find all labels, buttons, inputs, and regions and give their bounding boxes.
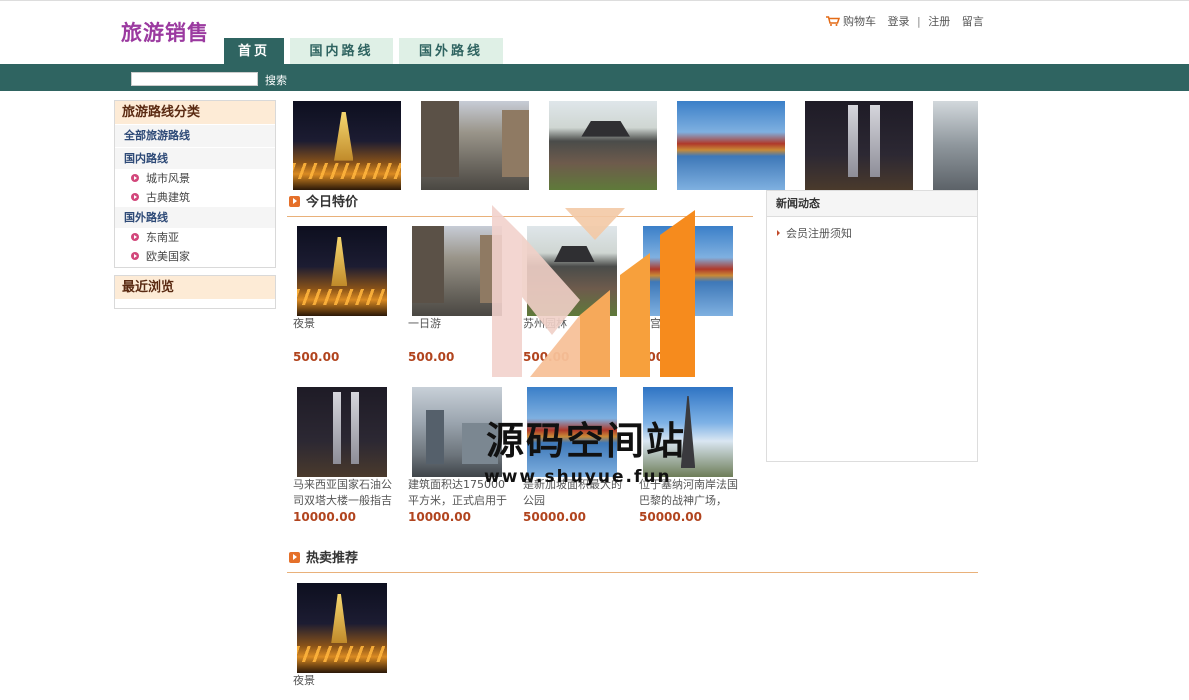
category-domestic[interactable]: 国内路线 bbox=[115, 148, 275, 169]
product-price: 50000.00 bbox=[639, 510, 703, 524]
banner-photo-street[interactable] bbox=[421, 101, 529, 190]
cart-icon bbox=[826, 16, 840, 26]
product-name[interactable]: 苏州园林 bbox=[523, 316, 623, 348]
category-foreign[interactable]: 国外路线 bbox=[115, 207, 275, 228]
section-arrow-icon bbox=[289, 196, 300, 207]
tab-home[interactable]: 首页 bbox=[224, 38, 284, 65]
category-item-label: 城市风景 bbox=[146, 172, 190, 185]
message-link[interactable]: 留言 bbox=[962, 15, 984, 28]
search-button[interactable]: 搜索 bbox=[265, 72, 287, 88]
news-item[interactable]: 会员注册须知 bbox=[767, 225, 977, 241]
today-special-header: 今日特价 bbox=[287, 193, 753, 217]
cart-link[interactable]: 购物车 bbox=[826, 15, 880, 28]
search-input[interactable] bbox=[131, 72, 258, 86]
bullet-icon bbox=[131, 193, 139, 201]
register-link[interactable]: 注册 bbox=[928, 15, 950, 28]
recent-panel: 最近浏览 bbox=[114, 275, 276, 309]
product-photo[interactable] bbox=[297, 583, 387, 673]
product-name[interactable]: 夜景 bbox=[293, 673, 393, 689]
watermark-url: www.shuyue.fun bbox=[484, 467, 672, 487]
banner-photo-twin-towers[interactable] bbox=[805, 101, 913, 190]
category-item-ancient[interactable]: 古典建筑 bbox=[115, 188, 275, 207]
category-item-label: 欧美国家 bbox=[146, 250, 190, 263]
site-logo[interactable]: 旅游销售 bbox=[121, 17, 209, 47]
banner-photo-modern-building[interactable] bbox=[933, 101, 978, 190]
news-item-label: 会员注册须知 bbox=[786, 227, 852, 240]
tab-foreign[interactable]: 国外路线 bbox=[399, 38, 503, 65]
product-name[interactable]: 夜景 bbox=[293, 316, 393, 348]
recent-title: 最近浏览 bbox=[115, 276, 275, 299]
category-item-europe-america[interactable]: 欧美国家 bbox=[115, 247, 275, 266]
product-name[interactable]: 故宫一日游 bbox=[639, 316, 739, 348]
product-price: 500.00 bbox=[523, 350, 570, 364]
banner-photo-palace[interactable] bbox=[677, 101, 785, 190]
product-price: 500.00 bbox=[293, 350, 340, 364]
bullet-icon bbox=[131, 174, 139, 182]
bullet-icon bbox=[131, 233, 139, 241]
today-special-title: 今日特价 bbox=[306, 195, 359, 210]
category-panel: 旅游路线分类 全部旅游路线 国内路线 城市风景 古典建筑 国外路线 东南亚 欧美… bbox=[114, 100, 276, 268]
separator: | bbox=[917, 15, 921, 28]
category-item-label: 东南亚 bbox=[146, 231, 179, 244]
category-all[interactable]: 全部旅游路线 bbox=[115, 125, 275, 147]
section-arrow-icon bbox=[289, 552, 300, 563]
watermark-text: 源码空间站 bbox=[486, 419, 687, 463]
product-photo[interactable] bbox=[643, 226, 733, 316]
product-price: 10000.00 bbox=[408, 510, 472, 524]
login-link[interactable]: 登录 bbox=[888, 15, 910, 28]
bullet-icon bbox=[131, 252, 139, 260]
top-links: 购物车 登录 | 注册 留言 bbox=[826, 13, 984, 29]
hot-title: 热卖推荐 bbox=[306, 551, 359, 566]
product-price: 50000.00 bbox=[523, 510, 587, 524]
category-item-southeast-asia[interactable]: 东南亚 bbox=[115, 228, 275, 247]
banner-photo-garden[interactable] bbox=[549, 101, 657, 190]
banner-photo-night-city[interactable] bbox=[293, 101, 401, 190]
cart-label: 购物车 bbox=[843, 15, 876, 28]
product-photo[interactable] bbox=[412, 226, 502, 316]
news-title: 新闻动态 bbox=[767, 191, 977, 217]
main-nav: 首页 国内路线 国外路线 bbox=[224, 38, 509, 65]
category-item-label: 古典建筑 bbox=[146, 191, 190, 204]
hot-header: 热卖推荐 bbox=[287, 549, 978, 573]
product-photo[interactable] bbox=[297, 387, 387, 477]
news-panel: 新闻动态 会员注册须知 bbox=[766, 190, 978, 462]
product-price: 500.00 bbox=[408, 350, 455, 364]
category-title: 旅游路线分类 bbox=[115, 101, 275, 124]
product-photo[interactable] bbox=[297, 226, 387, 316]
search-bar: 搜索 bbox=[0, 64, 1189, 91]
product-name[interactable]: 一日游 bbox=[408, 316, 508, 348]
arrow-icon bbox=[777, 230, 780, 236]
header: 旅游销售 购物车 登录 | 注册 留言 首页 国内路线 国外路线 bbox=[0, 0, 1189, 65]
product-price: 10000.00 bbox=[293, 510, 357, 524]
product-name[interactable]: 马来西亚国家石油公司双塔大楼一般指吉 bbox=[293, 477, 393, 509]
product-price: 500.00 bbox=[639, 350, 686, 364]
tab-domestic[interactable]: 国内路线 bbox=[290, 38, 393, 65]
product-photo[interactable] bbox=[527, 226, 617, 316]
category-item-city[interactable]: 城市风景 bbox=[115, 169, 275, 188]
